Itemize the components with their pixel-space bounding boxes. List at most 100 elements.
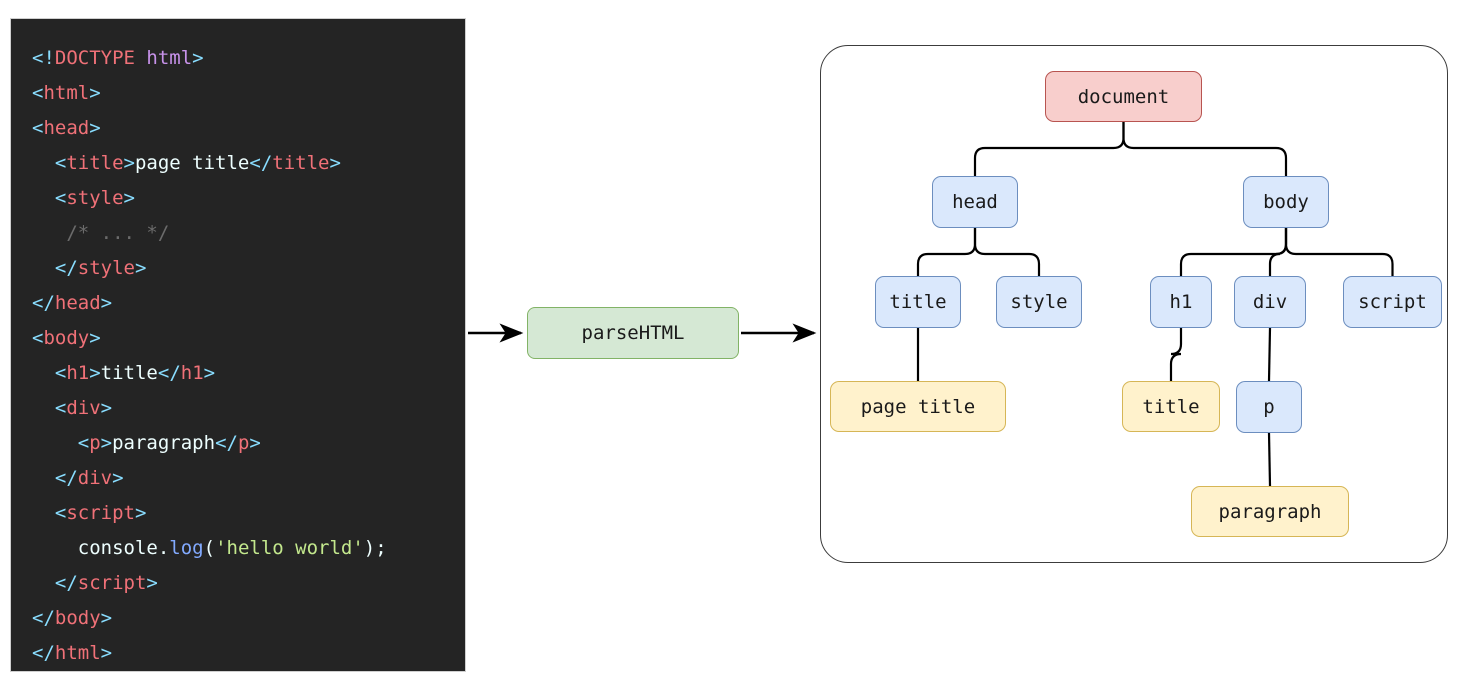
tree-node-document[interactable]: document [1045,71,1202,122]
tree-node-title-text[interactable]: title [1122,381,1220,432]
tree-node-body[interactable]: body [1243,176,1329,228]
code-token: </ [32,257,78,279]
tree-node-label: body [1263,191,1309,213]
code-token: ( [203,537,216,559]
tree-edge-body-to-script [1284,228,1394,276]
tree-edge-document-to-body [1122,122,1288,176]
tree-edge-body-to-div [1268,228,1288,276]
code-token: > [146,572,158,594]
tree-node-label: title [889,291,947,313]
code-token: head [43,117,90,139]
tree-node-label: paragraph [1218,500,1322,523]
code-line: </head> [32,286,387,321]
tree-node-label: h1 [1169,291,1193,313]
tree-node-div[interactable]: div [1234,276,1306,328]
code-token: > [100,432,113,454]
code-token: > [203,362,216,384]
code-token: </ [157,362,181,384]
code-line: <div> [32,391,387,426]
code-line: <title>page title</title> [32,146,387,181]
tree-node-style[interactable]: style [996,276,1082,328]
code-token: title [100,362,158,384]
code-line: <body> [32,321,387,356]
code-token: 'hello world' [215,537,364,559]
code-token: > [112,467,124,489]
code-token: div [66,397,101,419]
code-token: > [123,152,135,174]
code-token: < [32,152,67,174]
code-token: < [32,187,67,209]
tree-edge-document-to-head [973,122,1125,176]
code-token: style [66,187,124,209]
code-line: <head> [32,111,387,146]
tree-node-page-title[interactable]: page title [830,381,1006,432]
code-token: html [54,642,101,664]
code-line: /* ... */ [32,216,387,251]
code-line: console.log('hello world'); [32,531,387,566]
tree-node-paragraph[interactable]: paragraph [1191,486,1349,537]
code-token: < [32,432,90,454]
tree-edge-head-to-style [973,228,1041,276]
code-token: > [123,187,135,209]
tree-node-head[interactable]: head [932,176,1018,228]
code-token: < [32,362,67,384]
code-token: > [249,432,261,454]
code-line: </div> [32,461,387,496]
tree-edge-h1-to-title-text [1169,328,1183,381]
tree-node-label: p [1263,396,1275,418]
tree-node-label: style [1010,291,1068,313]
code-token: style [77,257,135,279]
code-token: > [192,47,204,69]
tree-node-label: document [1077,85,1170,108]
code-token: console [32,537,158,559]
code-token: > [89,82,101,104]
code-line: </style> [32,251,387,286]
tree-edge-p-to-paragraph [1267,432,1272,487]
code-token: </ [32,292,55,314]
code-token: log [169,537,204,559]
code-token: > [89,327,101,349]
code-token: < [32,327,44,349]
code-line: </body> [32,601,387,636]
code-token: script [66,502,135,524]
code-line: <script> [32,496,387,531]
code-token: paragraph [112,432,216,454]
tree-node-p[interactable]: p [1236,381,1302,433]
code-token: body [43,327,90,349]
code-line: <html> [32,76,387,111]
tree-node-label: head [952,191,998,213]
code-token: ); [363,537,387,559]
tree-node-label: script [1358,291,1427,313]
code-token: html [43,82,90,104]
tree-edge-div-to-p [1267,327,1272,382]
code-token: div [77,467,113,489]
code-token: page title [134,152,250,174]
code-token: head [54,292,101,314]
code-token: h1 [66,362,90,384]
code-token: script [77,572,147,594]
code-token: </ [32,467,78,489]
code-token: > [329,152,341,174]
code-token: /* ... */ [32,222,170,244]
code-line: <!DOCTYPE html> [32,41,387,76]
code-token: DOCTYPE [54,47,147,69]
parse-html-label: parseHTML [581,322,685,344]
html-source-code-panel: <!DOCTYPE html> <html> <head> <title>page … [10,18,466,672]
code-token: title [272,152,330,174]
tree-node-script[interactable]: script [1343,276,1442,328]
code-line: </script> [32,566,387,601]
code-token: </ [249,152,273,174]
code-token: p [89,432,101,454]
code-token: < [32,502,67,524]
code-line: <p>paragraph</p> [32,426,387,461]
code-line: <style> [32,181,387,216]
code-lines: <!DOCTYPE html> <html> <head> <title>page … [32,41,387,671]
code-token: > [100,292,113,314]
tree-edge-head-to-title [916,228,977,276]
code-line: </html> [32,636,387,671]
code-token: html [146,47,193,69]
tree-node-title[interactable]: title [875,276,961,328]
code-token: . [157,537,170,559]
tree-node-h1[interactable]: h1 [1150,276,1212,328]
parse-html-process-box[interactable]: parseHTML [527,307,739,359]
